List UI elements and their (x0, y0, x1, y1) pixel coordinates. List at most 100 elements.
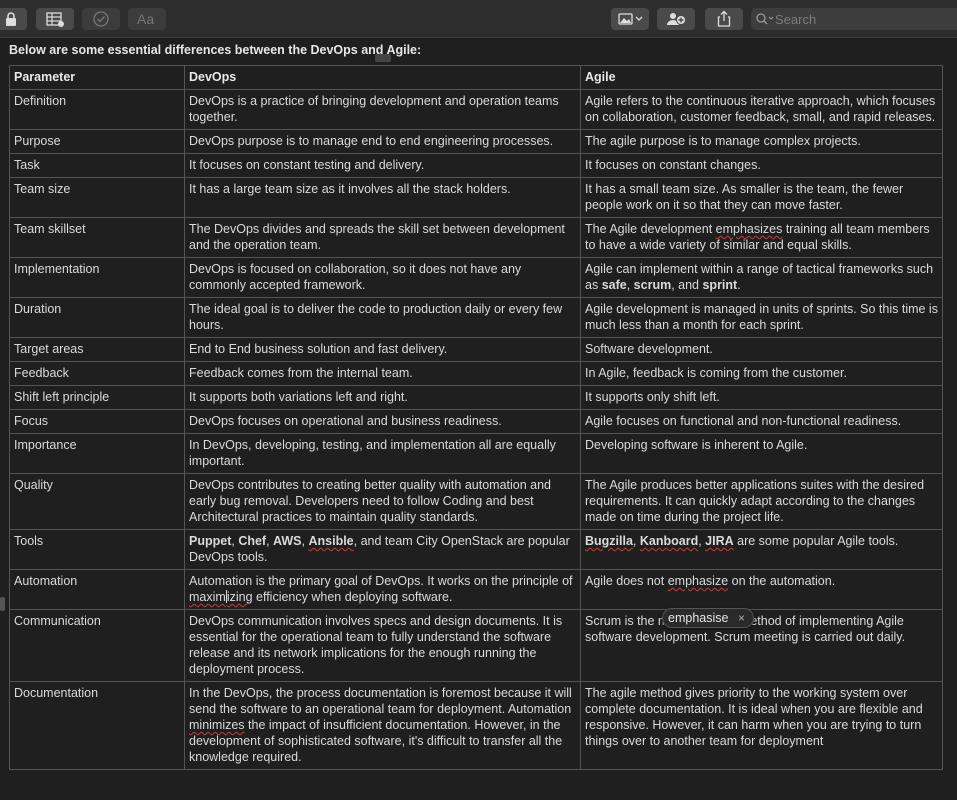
parameter-cell[interactable]: Focus (9, 409, 185, 434)
devops-cell[interactable]: The DevOps divides and spreads the skill… (184, 217, 581, 258)
media-button[interactable] (611, 8, 649, 30)
devops-cell[interactable]: DevOps purpose is to manage end to end e… (184, 129, 581, 154)
intro-text: Below are some essential differences bet… (9, 43, 422, 57)
agile-cell[interactable]: Agile does not emphasize on the automati… (580, 569, 943, 610)
note-editor[interactable]: Below are some essential differences bet… (0, 39, 957, 800)
devops-cell[interactable]: DevOps focuses on operational and busine… (184, 409, 581, 434)
agile-cell[interactable]: The Agile produces better applications s… (580, 473, 943, 530)
lock-button[interactable] (0, 8, 27, 30)
agile-cell[interactable]: The agile method gives priority to the w… (580, 681, 943, 770)
toolbar: Aa (0, 0, 957, 38)
parameter-cell[interactable]: Duration (9, 297, 185, 338)
share-icon (716, 10, 732, 28)
format-button[interactable]: Aa (128, 8, 166, 30)
header-cell[interactable]: DevOps (184, 65, 581, 90)
agile-cell[interactable]: The agile purpose is to manage complex p… (580, 129, 943, 154)
devops-cell[interactable]: The ideal goal is to deliver the code to… (184, 297, 581, 338)
agile-cell[interactable]: Developing software is inherent to Agile… (580, 433, 943, 474)
agile-cell[interactable]: Agile development is managed in units of… (580, 297, 943, 338)
table-column-handle[interactable] (375, 54, 391, 62)
devops-cell[interactable]: DevOps is focused on collaboration, so i… (184, 257, 581, 298)
devops-cell[interactable]: End to End business solution and fast de… (184, 337, 581, 362)
table-button[interactable] (36, 8, 74, 30)
agile-cell[interactable]: It supports only shift left. (580, 385, 943, 410)
table-row: Automation Automation is the primary goal… (9, 569, 943, 610)
devops-cell[interactable]: In DevOps, developing, testing, and impl… (184, 433, 581, 474)
devops-cell[interactable]: It has a large team size as it involves … (184, 177, 581, 218)
table-row: Definition DevOps is a practice of bringi… (9, 89, 943, 130)
parameter-cell[interactable]: Importance (9, 433, 185, 474)
table-row: Team skillset The DevOps divides and spre… (9, 217, 943, 258)
agile-cell[interactable]: The Agile development emphasizes trainin… (580, 217, 943, 258)
parameter-cell[interactable]: Shift left principle (9, 385, 185, 410)
table-row: Purpose DevOps purpose is to manage end t… (9, 129, 943, 154)
parameter-cell[interactable]: Definition (9, 89, 185, 130)
devops-cell[interactable]: Puppet, Chef, AWS, Ansible, and team Cit… (184, 529, 581, 570)
table-header-row: Parameter DevOps Agile (9, 65, 943, 90)
text-cursor (225, 590, 227, 603)
table-row: Documentation In the DevOps, the process … (9, 681, 943, 770)
table-row: Duration The ideal goal is to deliver the… (9, 297, 943, 338)
collaborate-button[interactable] (657, 8, 695, 30)
parameter-cell[interactable]: Target areas (9, 337, 185, 362)
devops-cell[interactable]: In the DevOps, the process documentation… (184, 681, 581, 770)
agile-cell[interactable]: It focuses on constant changes. (580, 153, 943, 178)
devops-cell[interactable]: DevOps communication involves specs and … (184, 609, 581, 682)
search-field[interactable] (751, 8, 957, 30)
table-row: Tools Puppet, Chef, AWS, Ansible, and tea… (9, 529, 943, 570)
agile-cell[interactable]: Agile can implement within a range of ta… (580, 257, 943, 298)
photo-icon (617, 11, 643, 27)
spelling-suggestion[interactable]: emphasise × (662, 608, 755, 628)
table-row: Team size It has a large team size as it … (9, 177, 943, 218)
table-row: Implementation DevOps is focused on colla… (9, 257, 943, 298)
close-icon[interactable]: × (734, 611, 748, 625)
checkmark-circle-icon (92, 10, 110, 28)
table-icon (45, 11, 65, 27)
agile-cell[interactable]: In Agile, feedback is coming from the cu… (580, 361, 943, 386)
devops-cell[interactable]: Automation is the primary goal of DevOps… (184, 569, 581, 610)
table-row: Feedback Feedback comes from the internal… (9, 361, 943, 386)
parameter-cell[interactable]: Team skillset (9, 217, 185, 258)
header-cell[interactable]: Parameter (9, 65, 185, 90)
table-row: Focus DevOps focuses on operational and b… (9, 409, 943, 434)
comparison-table: Parameter DevOps Agile Definition DevOps … (9, 65, 943, 770)
parameter-cell[interactable]: Tools (9, 529, 185, 570)
table-row-handle[interactable] (0, 597, 5, 611)
parameter-cell[interactable]: Quality (9, 473, 185, 530)
search-input[interactable] (775, 11, 945, 27)
header-cell[interactable]: Agile (580, 65, 943, 90)
agile-cell[interactable]: Agile refers to the continuous iterative… (580, 89, 943, 130)
devops-cell[interactable]: Feedback comes from the internal team. (184, 361, 581, 386)
share-button[interactable] (705, 8, 743, 30)
table-row: Task It focuses on constant testing and d… (9, 153, 943, 178)
checklist-button[interactable] (82, 8, 120, 30)
table-row: Importance In DevOps, developing, testing… (9, 433, 943, 474)
agile-cell[interactable]: It has a small team size. As smaller is … (580, 177, 943, 218)
text-format-icon: Aa (136, 11, 158, 27)
parameter-cell[interactable]: Task (9, 153, 185, 178)
suggestion-word[interactable]: emphasise (668, 611, 734, 625)
search-icon (755, 11, 775, 27)
table-row: Shift left principle It supports both var… (9, 385, 943, 410)
svg-text:Aa: Aa (137, 11, 154, 27)
table-row: Target areas End to End business solution… (9, 337, 943, 362)
parameter-cell[interactable]: Purpose (9, 129, 185, 154)
agile-cell[interactable]: Bugzilla, Kanboard, JIRA are some popula… (580, 529, 943, 570)
agile-cell[interactable]: Scrum is the most common method of imple… (580, 609, 943, 682)
parameter-cell[interactable]: Feedback (9, 361, 185, 386)
parameter-cell[interactable]: Documentation (9, 681, 185, 770)
parameter-cell[interactable]: Team size (9, 177, 185, 218)
devops-cell[interactable]: DevOps contributes to creating better qu… (184, 473, 581, 530)
parameter-cell[interactable]: Communication (9, 609, 185, 682)
devops-cell[interactable]: It supports both variations left and rig… (184, 385, 581, 410)
table-row: Communication DevOps communication involv… (9, 609, 943, 682)
devops-cell[interactable]: DevOps is a practice of bringing develop… (184, 89, 581, 130)
parameter-cell[interactable]: Automation (9, 569, 185, 610)
lock-icon (4, 11, 18, 27)
agile-cell[interactable]: Agile focuses on functional and non-func… (580, 409, 943, 434)
parameter-cell[interactable]: Implementation (9, 257, 185, 298)
add-people-icon (665, 11, 687, 27)
devops-cell[interactable]: It focuses on constant testing and deliv… (184, 153, 581, 178)
agile-cell[interactable]: Software development. (580, 337, 943, 362)
table-row: Quality DevOps contributes to creating be… (9, 473, 943, 530)
